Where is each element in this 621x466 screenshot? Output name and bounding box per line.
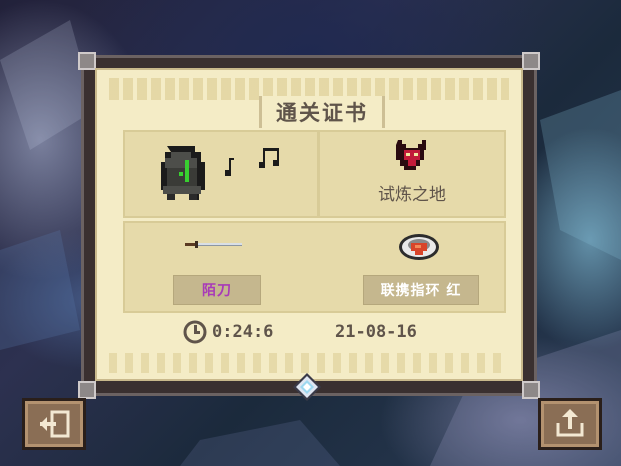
equipment-panel: 陌刀 联携指环 红 bbox=[123, 221, 506, 313]
frame-corner bbox=[78, 381, 96, 399]
page-title: 通关证书 bbox=[276, 101, 368, 125]
gem-icon bbox=[293, 373, 321, 401]
character-panel bbox=[123, 130, 319, 218]
share-icon bbox=[556, 409, 584, 437]
clear-time: 0:24:6 bbox=[212, 322, 274, 342]
region-name: 试炼之地 bbox=[378, 185, 446, 205]
frame-corner bbox=[522, 381, 540, 399]
region-panel: 试炼之地 bbox=[318, 130, 506, 218]
ring-icon bbox=[399, 234, 439, 260]
certificate-paper: 通关证书 试炼之地 陌刀 联携指环 红 0:24:6 21-08-16 bbox=[95, 68, 523, 381]
game-scene: 通关证书 试炼之地 陌刀 联携指环 红 0:24:6 21-08-16 bbox=[0, 0, 621, 466]
share-button[interactable] bbox=[538, 398, 602, 450]
devil-mask-icon bbox=[396, 140, 426, 170]
clock-icon bbox=[183, 320, 207, 344]
certificate-frame: 通关证书 试炼之地 陌刀 联携指环 红 0:24:6 21-08-16 bbox=[78, 52, 540, 399]
frame-corner bbox=[78, 52, 96, 70]
sword-icon bbox=[185, 241, 242, 248]
exit-icon bbox=[40, 410, 70, 438]
hooded-knight-icon bbox=[161, 146, 205, 200]
title-box: 通关证书 bbox=[259, 96, 385, 128]
clear-date: 21-08-16 bbox=[335, 322, 417, 342]
music-notes-icon bbox=[225, 148, 279, 176]
weapon-name: 陌刀 bbox=[173, 275, 261, 305]
bottom-ornament bbox=[109, 353, 509, 373]
frame-corner bbox=[522, 52, 540, 70]
ring-name: 联携指环 红 bbox=[363, 275, 479, 305]
exit-button[interactable] bbox=[22, 398, 86, 450]
